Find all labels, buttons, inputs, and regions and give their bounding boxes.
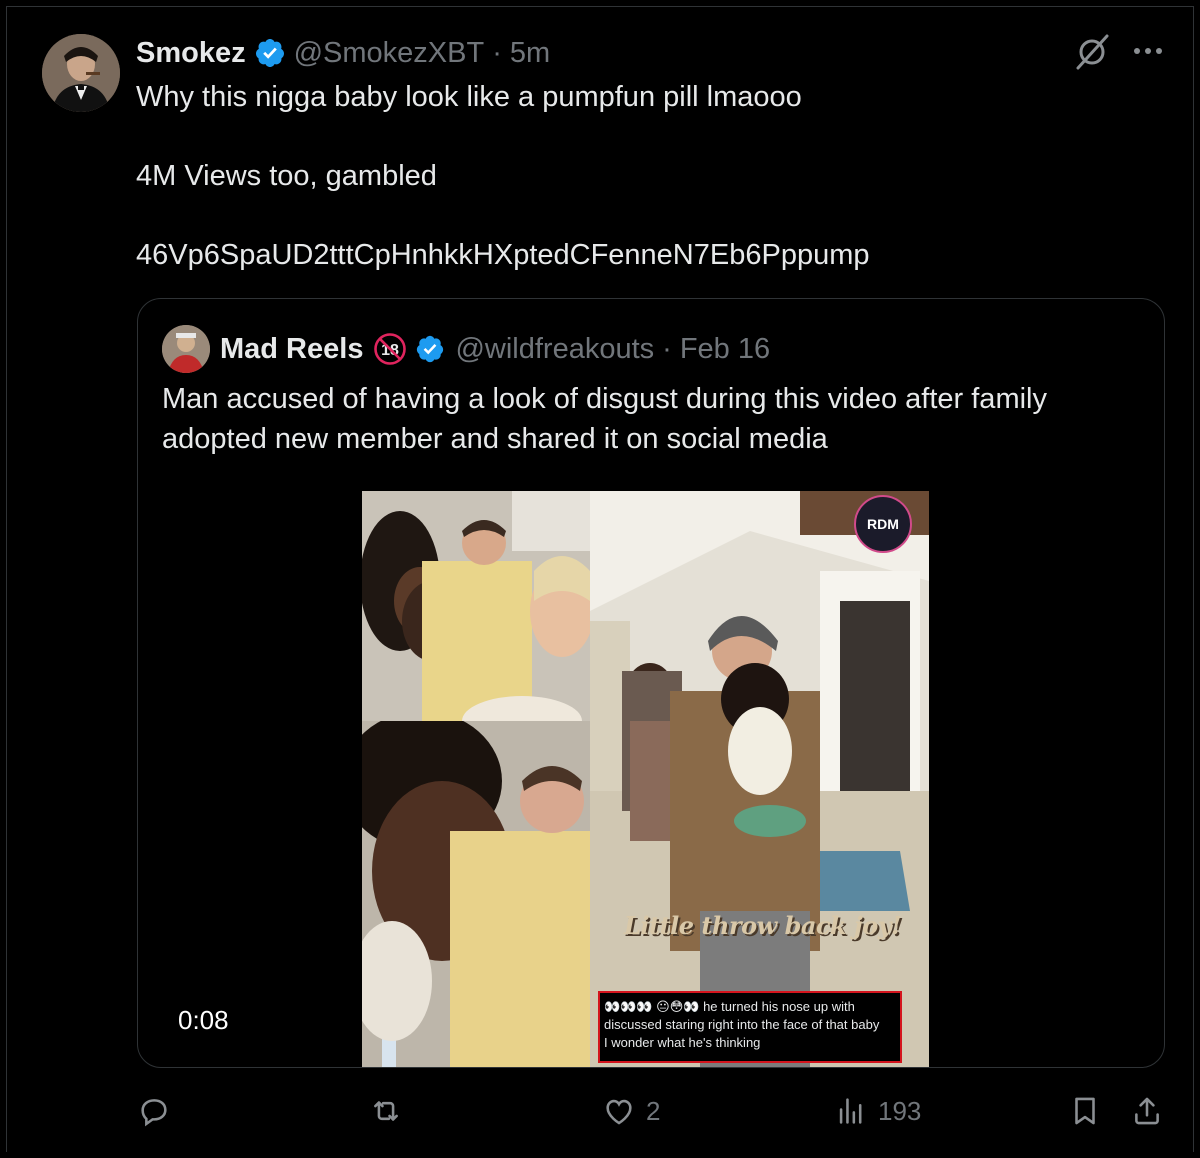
share-button[interactable] bbox=[1130, 1094, 1164, 1128]
adult-content-icon: 18 bbox=[373, 332, 407, 366]
heart-icon bbox=[606, 1099, 632, 1125]
video-frame-top-left bbox=[362, 491, 590, 721]
quote-avatar[interactable] bbox=[162, 325, 210, 373]
caption-line: I wonder what he's thinking bbox=[604, 1035, 761, 1050]
reply-button[interactable] bbox=[137, 1094, 181, 1128]
like-button[interactable]: 2 bbox=[602, 1094, 660, 1128]
author-handle[interactable]: @SmokezXBT bbox=[294, 37, 485, 70]
quoted-tweet[interactable]: Mad Reels 18 @wildfreakouts · Feb 16 Man… bbox=[137, 298, 1165, 1068]
verified-badge-icon[interactable] bbox=[415, 334, 445, 364]
bookmark-icon bbox=[1075, 1097, 1095, 1125]
views-button[interactable]: 193 bbox=[834, 1094, 921, 1128]
video-frame-right bbox=[590, 491, 929, 1067]
video-duration: 0:08 bbox=[178, 1005, 229, 1035]
views-count: 193 bbox=[878, 1095, 922, 1126]
quote-text: Man accused of having a look of disgust … bbox=[162, 383, 1047, 455]
tweet-text: Why this nigga baby look like a pumpfun … bbox=[136, 78, 1156, 276]
tweet-line: 46Vp6SpaUD2tttCpHnhkkHXptedCFenneN7Eb6Pp… bbox=[136, 239, 870, 271]
post-time[interactable]: 5m bbox=[510, 37, 550, 70]
quote-author-handle[interactable]: @wildfreakouts bbox=[455, 333, 654, 366]
video-player[interactable]: RDM Little throw back joy! 👀👀👀 😐😳👀 he tu… bbox=[362, 491, 929, 1067]
author-name[interactable]: Smokez bbox=[136, 37, 246, 70]
tweet-line: Why this nigga baby look like a pumpfun … bbox=[136, 81, 802, 113]
caption-line: 👀👀👀 😐😳👀 he turned his nose up with bbox=[604, 999, 855, 1014]
share-icon bbox=[1135, 1097, 1159, 1125]
reply-icon bbox=[141, 1099, 167, 1127]
verified-badge-icon[interactable] bbox=[254, 37, 286, 69]
more-icon[interactable] bbox=[1130, 36, 1166, 66]
tweet-line bbox=[136, 197, 1156, 237]
bookmark-button[interactable] bbox=[1068, 1094, 1102, 1128]
repost-button[interactable] bbox=[368, 1094, 414, 1128]
quote-author-name[interactable]: Mad Reels bbox=[220, 333, 363, 366]
video-overlay-text: Little throw back joy! bbox=[624, 911, 902, 940]
quote-header-separator: · bbox=[662, 332, 672, 365]
video-frame-bottom-left bbox=[362, 721, 590, 1067]
tweet-line bbox=[136, 118, 1156, 158]
header-separator: · bbox=[492, 36, 502, 69]
quote-date[interactable]: Feb 16 bbox=[680, 333, 770, 366]
grok-icon[interactable] bbox=[1072, 32, 1112, 72]
action-bar: 2 193 bbox=[0, 1090, 1200, 1138]
caption-line: discussed staring right into the face of… bbox=[604, 1017, 880, 1032]
author-avatar[interactable] bbox=[42, 34, 120, 112]
tweet-header: Smokez @SmokezXBT · 5m bbox=[136, 33, 550, 73]
video-watermark: RDM bbox=[854, 495, 912, 553]
tweet-line: 4M Views too, gambled bbox=[136, 160, 437, 192]
video-caption: 👀👀👀 😐😳👀 he turned his nose up with discu… bbox=[598, 991, 902, 1063]
views-icon bbox=[839, 1098, 862, 1124]
quote-header: Mad Reels 18 @wildfreakouts · Feb 16 bbox=[220, 329, 770, 369]
like-count: 2 bbox=[646, 1095, 661, 1126]
repost-icon bbox=[374, 1101, 398, 1121]
